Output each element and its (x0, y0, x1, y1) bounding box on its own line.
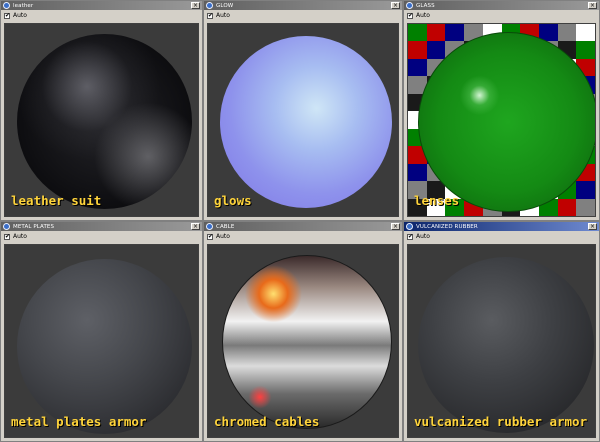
window-metal-plates: METAL PLATES × ✔ Auto metal plates armor (0, 221, 203, 442)
glass-sphere (418, 32, 595, 212)
toolbar: ✔ Auto (404, 10, 599, 21)
checker-cell (576, 41, 595, 59)
caption: metal plates armor (11, 414, 147, 429)
preview-viewport: glows (207, 23, 399, 217)
checker-cell (576, 198, 595, 216)
checker-cell (426, 24, 446, 42)
auto-label: Auto (13, 233, 27, 240)
caption: vulcanized rubber armor (414, 414, 588, 429)
window-cable: CABLE × ✔ Auto chromed cables (203, 221, 403, 442)
auto-checkbox[interactable]: ✔ (407, 233, 413, 240)
checker-cell (408, 41, 427, 59)
checker-cell (557, 24, 577, 42)
auto-checkbox[interactable]: ✔ (207, 233, 213, 240)
titlebar[interactable]: leather × (1, 1, 202, 10)
preview-viewport: metal plates armor (4, 244, 199, 438)
window-glass: GLASS × ✔ Auto lenses (403, 0, 600, 221)
titlebar[interactable]: GLASS × (404, 1, 599, 10)
auto-checkbox[interactable]: ✔ (207, 12, 213, 19)
chrome-sphere (222, 255, 392, 429)
checker-cell (557, 198, 577, 216)
auto-label: Auto (416, 233, 430, 240)
caption: leather suit (11, 193, 102, 208)
leather-sphere (17, 34, 192, 209)
toolbar: ✔ Auto (1, 10, 202, 21)
app-icon (406, 223, 413, 230)
app-icon (406, 2, 413, 9)
metal-plates-sphere (17, 259, 192, 434)
checker-cell (408, 163, 427, 182)
window-title: GLOW (216, 2, 234, 9)
titlebar[interactable]: VULCANIZED RUBBER × (404, 222, 599, 231)
checker-cell (426, 41, 446, 59)
close-icon[interactable]: × (391, 2, 400, 9)
close-icon[interactable]: × (191, 2, 200, 9)
auto-label: Auto (216, 233, 230, 240)
window-leather: leather × ✔ Auto leather suit (0, 0, 203, 221)
window-title: leather (13, 2, 34, 9)
caption: glows (214, 193, 252, 208)
window-title: METAL PLATES (13, 223, 55, 230)
auto-label: Auto (416, 12, 430, 19)
close-icon[interactable]: × (588, 2, 597, 9)
checker-cell (408, 24, 427, 42)
close-icon[interactable]: × (391, 223, 400, 230)
auto-label: Auto (13, 12, 27, 19)
window-glow: GLOW × ✔ Auto glows (203, 0, 403, 221)
toolbar: ✔ Auto (204, 10, 402, 21)
app-icon (206, 2, 213, 9)
auto-checkbox[interactable]: ✔ (4, 233, 10, 240)
close-icon[interactable]: × (191, 223, 200, 230)
caption: lenses (414, 193, 460, 208)
titlebar[interactable]: CABLE × (204, 222, 402, 231)
rubber-sphere (418, 257, 594, 433)
toolbar: ✔ Auto (204, 231, 402, 242)
app-icon (206, 223, 213, 230)
window-vulcanized-rubber: VULCANIZED RUBBER × ✔ Auto vulcanized ru… (403, 221, 600, 442)
toolbar: ✔ Auto (1, 231, 202, 242)
checker-cell (576, 24, 595, 42)
app-icon (3, 2, 10, 9)
window-title: GLASS (416, 2, 435, 9)
close-icon[interactable]: × (588, 223, 597, 230)
caption: chromed cables (214, 414, 320, 429)
checker-cell (576, 181, 595, 199)
auto-label: Auto (216, 12, 230, 19)
toolbar: ✔ Auto (404, 231, 599, 242)
preview-viewport: vulcanized rubber armor (407, 244, 596, 438)
glow-sphere (220, 36, 392, 208)
window-title: CABLE (216, 223, 235, 230)
checker-cell (445, 24, 465, 42)
auto-checkbox[interactable]: ✔ (4, 12, 10, 19)
auto-checkbox[interactable]: ✔ (407, 12, 413, 19)
app-icon (3, 223, 10, 230)
window-title: VULCANIZED RUBBER (416, 223, 478, 230)
preview-viewport: lenses (407, 23, 596, 217)
preview-viewport: chromed cables (207, 244, 399, 438)
preview-viewport: leather suit (4, 23, 199, 217)
titlebar[interactable]: GLOW × (204, 1, 402, 10)
checker-cell (408, 58, 427, 77)
titlebar[interactable]: METAL PLATES × (1, 222, 202, 231)
